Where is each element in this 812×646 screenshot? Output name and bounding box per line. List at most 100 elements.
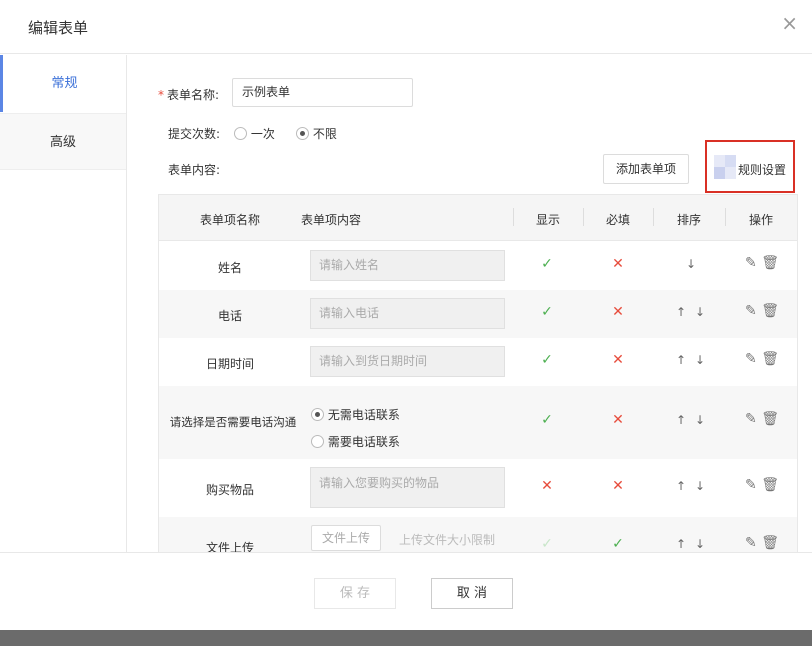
trash-icon[interactable]: 🗑: [761, 303, 779, 319]
arrow-down-icon[interactable]: ↓: [695, 537, 705, 551]
tab-general[interactable]: 常规: [0, 55, 126, 112]
arrow-up-icon[interactable]: ↑: [676, 305, 686, 319]
table-header: 表单项名称 表单项内容 显示 必填 排序 操作: [159, 195, 797, 241]
check-icon[interactable]: ✓: [537, 352, 557, 368]
radio-once[interactable]: [234, 127, 247, 140]
radio-no-call[interactable]: [311, 408, 324, 421]
arrow-up-icon[interactable]: ↑: [676, 479, 686, 493]
upload-size-hint: 上传文件大小限制: [399, 533, 496, 547]
trash-icon[interactable]: 🗑: [761, 255, 779, 271]
form-items-table: 表单项名称 表单项内容 显示 必填 排序 操作 姓名 请输入姓名 ✓ ✕ ↓ ✎…: [158, 194, 798, 552]
arrow-down-icon[interactable]: ↓: [686, 257, 696, 271]
row-actions: ✎ 🗑: [745, 411, 779, 427]
tab-general-label: 常规: [51, 76, 78, 91]
file-upload-button[interactable]: 文件上传: [311, 525, 381, 551]
trash-icon[interactable]: 🗑: [761, 477, 779, 493]
arrow-down-icon[interactable]: ↓: [695, 479, 705, 493]
th-divider: [653, 208, 654, 226]
form-name-label: * 表单名称:: [158, 88, 220, 102]
row-content-field: 请输入姓名: [310, 250, 505, 281]
check-icon[interactable]: ✓: [608, 536, 628, 552]
edit-icon[interactable]: ✎: [745, 477, 757, 493]
table-row: 购买物品 请输入您要购买的物品 ✕ ✕ ↑ ↓ ✎ 🗑: [159, 459, 797, 517]
arrow-up-icon[interactable]: ↑: [676, 353, 686, 367]
cross-icon[interactable]: ✕: [608, 304, 628, 320]
radio-need-call-label: 需要电话联系: [327, 435, 400, 449]
row-name: 日期时间: [205, 357, 254, 371]
cross-icon[interactable]: ✕: [608, 256, 628, 272]
add-form-item-button[interactable]: 添加表单项: [603, 154, 689, 184]
arrow-down-icon[interactable]: ↓: [695, 413, 705, 427]
arrow-down-icon[interactable]: ↓: [695, 353, 705, 367]
check-icon[interactable]: ✓: [537, 256, 557, 272]
submit-count-label: 提交次数:: [168, 127, 221, 141]
dialog-footer: 保 存 取 消: [0, 552, 812, 630]
table-row: 日期时间 请输入到货日期时间 ✓ ✕ ↑ ↓ ✎ 🗑: [159, 338, 797, 386]
dialog-title: 编辑表单: [28, 19, 89, 37]
edit-icon[interactable]: ✎: [745, 411, 757, 427]
cross-icon[interactable]: ✕: [608, 412, 628, 428]
sidebar: 常规 高级: [0, 55, 127, 552]
check-icon[interactable]: ✓: [537, 304, 557, 320]
row-name: 电话: [217, 309, 242, 323]
check-icon[interactable]: ✓: [537, 412, 557, 428]
th-sort: 排序: [677, 213, 702, 227]
row-content-field: 请输入电话: [310, 298, 505, 329]
th-divider: [583, 208, 584, 226]
save-button[interactable]: 保 存: [314, 578, 396, 609]
edit-icon[interactable]: ✎: [745, 535, 757, 551]
form-name-input[interactable]: 示例表单: [232, 78, 413, 107]
radio-need-call[interactable]: [311, 435, 324, 448]
row-name: 请选择是否需要电话沟通: [169, 415, 297, 429]
tab-advanced-label: 高级: [49, 135, 76, 150]
arrow-up-icon[interactable]: ↑: [676, 537, 686, 551]
radio-no-call-label: 无需电话联系: [327, 408, 400, 422]
table-row: 姓名 请输入姓名 ✓ ✕ ↓ ✎ 🗑: [159, 242, 797, 290]
th-required: 必填: [606, 213, 631, 227]
row-name: 文件上传: [205, 541, 254, 552]
th-actions: 操作: [749, 213, 774, 227]
bottom-bar: [0, 630, 812, 646]
trash-icon[interactable]: 🗑: [761, 411, 779, 427]
table-row: 文件上传 文件上传 上传文件大小限制 ✓ ✓ ↑ ↓ ✎ 🗑: [159, 517, 797, 552]
close-icon[interactable]: ×: [781, 13, 798, 33]
th-divider: [725, 208, 726, 226]
cancel-button[interactable]: 取 消: [431, 578, 513, 609]
edit-form-dialog: 编辑表单 × 常规 高级 * 表单名称: 示例表单 提交次数: 一次 不限 表单内…: [0, 0, 812, 630]
arrow-down-icon[interactable]: ↓: [695, 305, 705, 319]
edit-icon[interactable]: ✎: [745, 351, 757, 367]
submit-once-option[interactable]: 一次: [234, 125, 275, 142]
form-name-label-text: 表单名称:: [167, 88, 220, 102]
row-name: 购买物品: [205, 483, 254, 497]
row-actions: ✎ 🗑: [745, 351, 779, 367]
form-content-label: 表单内容:: [168, 163, 221, 177]
check-icon[interactable]: ✓: [537, 536, 557, 552]
trash-icon[interactable]: 🗑: [761, 535, 779, 551]
cross-icon[interactable]: ✕: [608, 478, 628, 494]
dialog-header: 编辑表单 ×: [0, 0, 812, 54]
table-row: 电话 请输入电话 ✓ ✕ ↑ ↓ ✎ 🗑: [159, 290, 797, 338]
tab-advanced[interactable]: 高级: [0, 113, 126, 170]
th-item-content: 表单项内容: [301, 213, 362, 227]
submit-once-label: 一次: [250, 127, 275, 141]
edit-icon[interactable]: ✎: [745, 255, 757, 271]
radio-need-call-option[interactable]: 需要电话联系: [311, 433, 400, 450]
th-item-name: 表单项名称: [200, 213, 261, 227]
submit-unlimited-label: 不限: [312, 127, 337, 141]
row-actions: ✎ 🗑: [745, 255, 779, 271]
row-actions: ✎ 🗑: [745, 477, 779, 493]
trash-icon[interactable]: 🗑: [761, 351, 779, 367]
rule-settings-button[interactable]: 规则设置: [738, 161, 786, 178]
th-divider: [513, 208, 514, 226]
edit-icon[interactable]: ✎: [745, 303, 757, 319]
radio-no-call-option[interactable]: 无需电话联系: [311, 406, 400, 423]
row-actions: ✎ 🗑: [745, 535, 779, 551]
rule-settings-icon[interactable]: [714, 155, 736, 179]
th-show: 显示: [536, 213, 561, 227]
table-row: 请选择是否需要电话沟通 无需电话联系 需要电话联系 ✓ ✕ ↑ ↓ ✎ 🗑: [159, 386, 797, 459]
arrow-up-icon[interactable]: ↑: [676, 413, 686, 427]
cross-icon[interactable]: ✕: [537, 478, 557, 494]
radio-unlimited[interactable]: [296, 127, 309, 140]
submit-unlimited-option[interactable]: 不限: [296, 125, 337, 142]
cross-icon[interactable]: ✕: [608, 352, 628, 368]
